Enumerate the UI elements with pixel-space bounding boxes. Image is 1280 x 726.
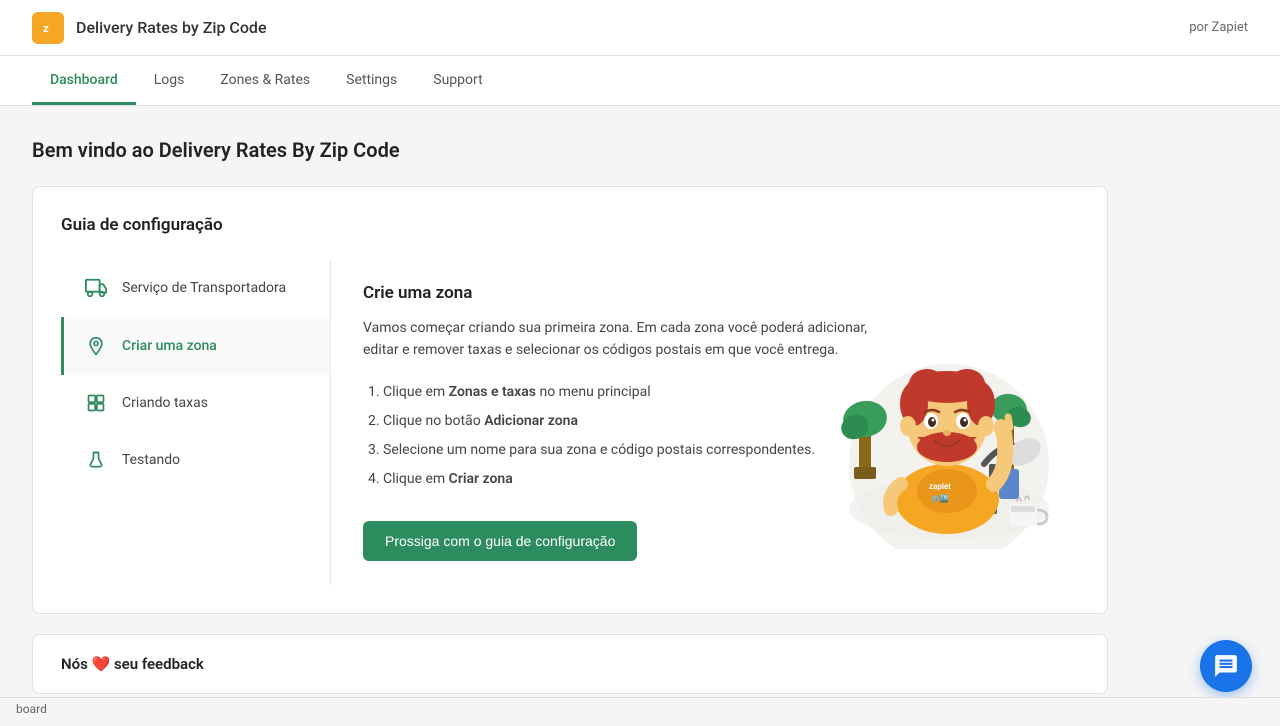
tag-icon [84, 393, 108, 413]
character-illustration: zapiet ⚙️🏙️ [819, 269, 1059, 549]
app-title: Delivery Rates by Zip Code [76, 18, 267, 37]
main-nav: Dashboard Logs Zones & Rates Settings Su… [0, 56, 1280, 106]
setup-item-testando[interactable]: Testando [61, 431, 330, 489]
truck-icon [84, 277, 108, 299]
setup-guide-title: Guia de configuração [61, 215, 1079, 235]
header: z Delivery Rates by Zip Code por Zapiet [0, 0, 1280, 56]
beaker-icon [84, 449, 108, 471]
setup-guide-card: Guia de configuração Serviço de Transpor… [32, 186, 1108, 614]
continue-setup-button[interactable]: Prossiga com o guia de configuração [363, 521, 637, 561]
setup-content-panel: Crie uma zona Vamos começar criando sua … [331, 259, 1079, 585]
zapiet-logo-icon: z [32, 12, 64, 44]
status-text: board [16, 702, 47, 716]
setup-item-transportadora[interactable]: Serviço de Transportadora [61, 259, 330, 317]
main-content: Bem vindo ao Delivery Rates By Zip Code … [0, 106, 1140, 726]
step-2: Clique no botão Adicionar zona [383, 409, 883, 434]
nav-item-logs[interactable]: Logs [136, 56, 203, 105]
feedback-card: Nós ❤️ seu feedback [32, 634, 1108, 694]
nav-item-dashboard[interactable]: Dashboard [32, 56, 136, 105]
setup-item-criar-zona[interactable]: Criar uma zona [61, 317, 330, 375]
step-1: Clique em Zonas e taxas no menu principa… [383, 380, 883, 405]
step-4: Clique em Criar zona [383, 467, 883, 492]
setup-item-criando-taxas[interactable]: Criando taxas [61, 375, 330, 431]
chat-button[interactable] [1200, 640, 1252, 692]
nav-item-support[interactable]: Support [415, 56, 500, 105]
header-left: z Delivery Rates by Zip Code [32, 12, 267, 44]
setup-item-testando-label: Testando [122, 452, 180, 468]
page-title: Bem vindo ao Delivery Rates By Zip Code [32, 138, 1108, 162]
setup-item-transportadora-label: Serviço de Transportadora [122, 280, 286, 296]
svg-text:z: z [43, 22, 49, 35]
setup-steps-list: Clique em Zonas e taxas no menu principa… [363, 380, 883, 493]
setup-item-criando-taxas-label: Criando taxas [122, 395, 208, 411]
status-bar: board [0, 697, 1280, 720]
svg-text:⚙️🏙️: ⚙️🏙️ [931, 494, 949, 503]
feedback-title: Nós ❤️ seu feedback [61, 655, 204, 673]
setup-sidebar: Serviço de Transportadora Criar uma zona [61, 259, 331, 585]
brand-label: por Zapiet [1189, 20, 1248, 35]
setup-layout: Serviço de Transportadora Criar uma zona [61, 259, 1079, 585]
step-3: Selecione um nome para sua zona e código… [383, 438, 883, 463]
nav-item-zones-rates[interactable]: Zones & Rates [202, 56, 328, 105]
nav-item-settings[interactable]: Settings [328, 56, 415, 105]
setup-item-criar-zona-label: Criar uma zona [122, 338, 217, 354]
location-icon [84, 335, 108, 357]
svg-text:zapiet: zapiet [929, 482, 951, 491]
setup-description: Vamos começar criando sua primeira zona.… [363, 317, 883, 362]
